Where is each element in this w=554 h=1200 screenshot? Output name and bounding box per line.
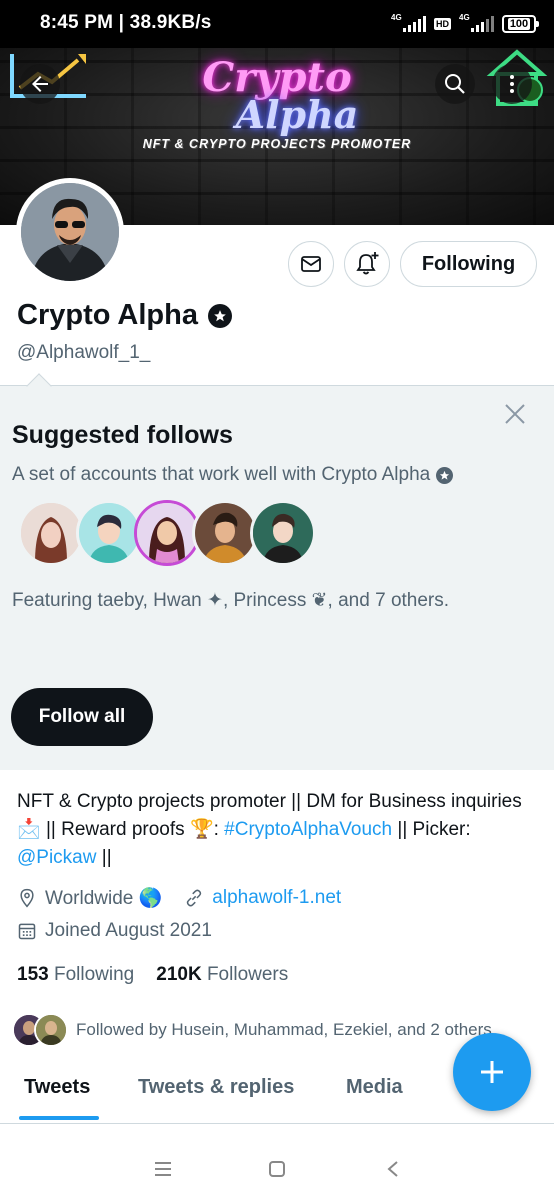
profile-meta-row: Joined August 2021 (17, 920, 212, 942)
avatar[interactable] (192, 500, 258, 566)
status-icons: 4G HD 4G 100 (391, 12, 539, 36)
notifications-button[interactable] (344, 241, 390, 287)
mention-link[interactable]: @Pickaw (17, 847, 96, 868)
avatar-image (21, 183, 119, 281)
star-badge-icon (207, 303, 232, 328)
follow-all-button[interactable]: Follow all (11, 688, 153, 746)
chevron-left-icon (387, 1161, 398, 1177)
compose-tweet-button[interactable] (453, 1033, 531, 1111)
more-button[interactable] (492, 64, 532, 104)
star-badge-icon (436, 466, 454, 484)
suggested-featuring-text: Featuring taeby, Hwan ✦, Princess ❦, and… (12, 590, 450, 611)
profile-handle: @Alphawolf_1_ (17, 342, 151, 363)
following-button[interactable]: Following (400, 241, 537, 287)
profile-website-link[interactable]: alphawolf-1.net (212, 887, 341, 909)
more-vertical-icon (510, 75, 514, 93)
recent-apps-button[interactable] (148, 1154, 178, 1184)
profile-avatar[interactable] (16, 178, 124, 286)
status-bar: 8:45 PM | 38.9KB/s 4G HD 4G 100 (0, 0, 554, 48)
tab-tweets-replies[interactable]: Tweets & replies (138, 1076, 294, 1099)
home-button[interactable] (262, 1154, 292, 1184)
avatar[interactable] (76, 500, 142, 566)
location-pin-icon (20, 888, 34, 908)
battery-icon: 100 (502, 15, 539, 33)
dismiss-suggestions-button[interactable] (500, 399, 530, 429)
status-time: 8:45 PM | 38.9KB/s (40, 12, 212, 33)
search-icon (445, 74, 465, 94)
menu-lines-icon (155, 1162, 171, 1176)
message-button[interactable] (288, 241, 334, 287)
profile-joined: Joined August 2021 (45, 920, 212, 941)
avatar[interactable] (250, 500, 316, 566)
avatar (34, 1013, 68, 1047)
profile-location: Worldwide 🌎 (45, 888, 163, 909)
system-nav-bar (0, 1136, 554, 1200)
profile-meta-row: Worldwide 🌎 alphawolf-1.net (17, 886, 341, 910)
tab-media[interactable]: Media (346, 1076, 403, 1099)
tab-tweets[interactable]: Tweets (24, 1076, 90, 1099)
square-icon (269, 1161, 285, 1177)
banner-title: Alpha (235, 92, 359, 137)
banner-tagline: NFT & CRYPTO PROJECTS PROMOTER (142, 137, 412, 151)
followed-by-row[interactable]: Followed by Husein, Muhammad, Ezekiel, a… (12, 1013, 492, 1047)
signal-icon: 4G (391, 13, 426, 32)
profile-stats: 153 Following 210K Followers (17, 964, 288, 986)
profile-bio: NFT & Crypto projects promoter || DM for… (17, 791, 522, 868)
mail-icon (301, 256, 321, 272)
avatar[interactable] (134, 500, 200, 566)
hd-icon: HD (434, 18, 451, 30)
close-icon (505, 404, 525, 424)
avatar[interactable] (18, 500, 84, 566)
signal-icon: 4G (459, 13, 494, 32)
profile-name: Crypto Alpha (17, 299, 232, 332)
following-stat[interactable]: 153 Following (17, 964, 134, 986)
system-back-button[interactable] (378, 1154, 408, 1184)
suggested-follows-title: Suggested follows (12, 421, 233, 449)
suggested-follows-subtitle: A set of accounts that work well with Cr… (12, 464, 454, 486)
search-button[interactable] (435, 64, 475, 104)
plus-icon (481, 1061, 503, 1083)
hashtag-link[interactable]: #CryptoAlphaVouch (224, 819, 392, 840)
followed-by-text: Followed by Husein, Muhammad, Ezekiel, a… (76, 1020, 492, 1039)
bell-plus-icon (356, 252, 379, 275)
active-tab-indicator (19, 1116, 99, 1120)
followers-stat[interactable]: 210K Followers (156, 964, 288, 986)
back-button[interactable] (20, 64, 60, 104)
arrow-left-icon (32, 76, 48, 92)
calendar-icon (18, 923, 36, 940)
link-icon (187, 889, 202, 907)
